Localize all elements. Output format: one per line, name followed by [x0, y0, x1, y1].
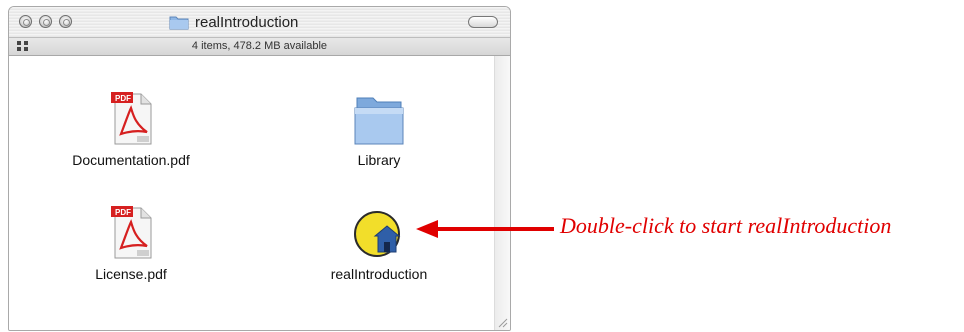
vertical-scrollbar[interactable]: [494, 56, 510, 330]
folder-icon: [354, 97, 404, 145]
file-item-library[interactable]: Library: [299, 90, 459, 168]
status-bar: 4 items, 478.2 MB available: [9, 38, 510, 56]
svg-text:PDF: PDF: [115, 208, 131, 217]
resize-grip-icon[interactable]: [497, 317, 508, 328]
file-item-license[interactable]: PDF License.pdf: [51, 204, 211, 282]
file-item-documentation[interactable]: PDF Documentation.pdf: [51, 90, 211, 168]
status-text: 4 items, 478.2 MB available: [191, 40, 328, 52]
application-icon: [354, 211, 401, 257]
pdf-document-icon: PDF: [111, 206, 152, 259]
toolbar-toggle-button[interactable]: [468, 16, 498, 28]
title-bar[interactable]: realIntroduction: [9, 7, 510, 38]
file-item-realintroduction[interactable]: realIntroduction: [299, 204, 459, 282]
icon-view: PDF Documentation.pdf Library PDF Licens…: [9, 56, 495, 330]
window-title: realIntroduction: [195, 13, 299, 31]
folder-icon: [169, 16, 189, 30]
file-label: realIntroduction: [330, 266, 428, 282]
instruction-annotation: Double-click to start realIntroduction: [560, 213, 892, 238]
finder-window: realIntroduction 4 items, 478.2 MB avail…: [8, 6, 511, 331]
file-label: License.pdf: [95, 266, 167, 282]
svg-text:PDF: PDF: [115, 94, 131, 103]
file-label: Library: [357, 152, 401, 168]
file-label: Documentation.pdf: [72, 152, 190, 168]
window-title-area: realIntroduction: [169, 12, 298, 32]
close-button[interactable]: [19, 15, 32, 28]
pdf-document-icon: PDF: [111, 92, 152, 145]
zoom-button[interactable]: [59, 15, 72, 28]
minimize-button[interactable]: [39, 15, 52, 28]
pointer-arrow-icon: [416, 220, 554, 238]
